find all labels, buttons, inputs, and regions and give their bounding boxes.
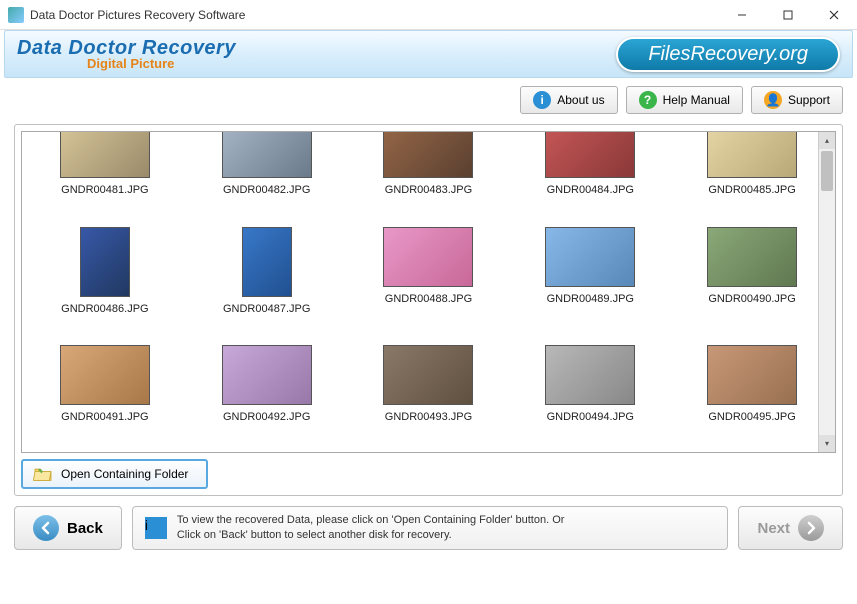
- hint-box: i To view the recovered Data, please cli…: [132, 506, 729, 550]
- thumbnail-item[interactable]: GNDR00488.JPG: [350, 227, 508, 338]
- thumbnail-item[interactable]: GNDR00490.JPG: [673, 227, 831, 338]
- hint-line-1: To view the recovered Data, please click…: [177, 513, 565, 528]
- banner-site: FilesRecovery.org: [616, 37, 840, 72]
- thumbnail-image[interactable]: [383, 227, 473, 287]
- thumbnail-label: GNDR00483.JPG: [385, 184, 472, 196]
- results-panel: GNDR00481.JPG GNDR00482.JPG GNDR00483.JPG G…: [14, 124, 843, 496]
- thumbnail-image[interactable]: [545, 227, 635, 287]
- app-icon: [8, 7, 24, 23]
- thumbnail-image[interactable]: [383, 345, 473, 405]
- thumbnail-label: GNDR00489.JPG: [547, 293, 634, 305]
- back-arrow-icon: [33, 515, 59, 541]
- thumbnail-label: GNDR00495.JPG: [708, 411, 795, 423]
- back-label: Back: [67, 520, 103, 537]
- next-label: Next: [757, 520, 790, 537]
- thumbnail-image[interactable]: [545, 345, 635, 405]
- hint-line-2: Click on 'Back' button to select another…: [177, 528, 565, 543]
- thumbnail-item[interactable]: GNDR00494.JPG: [511, 345, 669, 446]
- hint-text: To view the recovered Data, please click…: [177, 513, 565, 544]
- thumbnail-image[interactable]: [80, 227, 130, 297]
- back-button[interactable]: Back: [14, 506, 122, 550]
- thumbnail-image[interactable]: [707, 132, 797, 178]
- scrollbar[interactable]: ▴ ▾: [818, 132, 835, 452]
- about-button[interactable]: i About us: [520, 86, 617, 114]
- thumbnail-item[interactable]: GNDR00484.JPG: [511, 138, 669, 219]
- next-arrow-icon: [798, 515, 824, 541]
- thumbnail-item[interactable]: GNDR00486.JPG: [26, 227, 184, 338]
- thumbnail-item[interactable]: GNDR00482.JPG: [188, 138, 346, 219]
- thumbnail-item[interactable]: GNDR00489.JPG: [511, 227, 669, 338]
- thumbnail-item[interactable]: GNDR00487.JPG: [188, 227, 346, 338]
- hint-info-icon: i: [145, 517, 167, 539]
- scroll-track[interactable]: [819, 149, 835, 435]
- thumbnail-item[interactable]: GNDR00485.JPG: [673, 138, 831, 219]
- help-button[interactable]: ? Help Manual: [626, 86, 743, 114]
- next-button[interactable]: Next: [738, 506, 843, 550]
- thumbnail-label: GNDR00492.JPG: [223, 411, 310, 423]
- thumbnail-image[interactable]: [60, 132, 150, 178]
- brand: Data Doctor Recovery Digital Picture: [17, 37, 236, 71]
- titlebar: Data Doctor Pictures Recovery Software: [0, 0, 857, 30]
- thumbnail-item[interactable]: GNDR00493.JPG: [350, 345, 508, 446]
- thumbnail-item[interactable]: GNDR00481.JPG: [26, 138, 184, 219]
- thumbnail-item[interactable]: GNDR00495.JPG: [673, 345, 831, 446]
- thumbnail-image[interactable]: [383, 132, 473, 178]
- thumbnail-label: GNDR00482.JPG: [223, 184, 310, 196]
- thumbnail-label: GNDR00484.JPG: [547, 184, 634, 196]
- thumbnail-item[interactable]: GNDR00483.JPG: [350, 138, 508, 219]
- thumbnail-item[interactable]: GNDR00491.JPG: [26, 345, 184, 446]
- thumbnail-label: GNDR00494.JPG: [547, 411, 634, 423]
- thumbnail-image[interactable]: [545, 132, 635, 178]
- scroll-thumb[interactable]: [821, 151, 833, 191]
- thumbnail-label: GNDR00487.JPG: [223, 303, 310, 315]
- minimize-button[interactable]: [719, 0, 765, 30]
- thumbnail-image[interactable]: [707, 345, 797, 405]
- thumbnail-label: GNDR00486.JPG: [61, 303, 148, 315]
- thumbnail-image[interactable]: [60, 345, 150, 405]
- window-title: Data Doctor Pictures Recovery Software: [30, 8, 719, 22]
- info-bar: i About us ? Help Manual 👤 Support: [0, 78, 857, 118]
- help-icon: ?: [639, 91, 657, 109]
- open-containing-folder-button[interactable]: Open Containing Folder: [21, 459, 208, 489]
- close-button[interactable]: [811, 0, 857, 30]
- thumbnail-label: GNDR00485.JPG: [708, 184, 795, 196]
- support-icon: 👤: [764, 91, 782, 109]
- thumbnail-label: GNDR00490.JPG: [708, 293, 795, 305]
- thumbnail-image[interactable]: [222, 132, 312, 178]
- banner: Data Doctor Recovery Digital Picture Fil…: [4, 30, 853, 78]
- support-label: Support: [788, 93, 830, 107]
- site-pill: FilesRecovery.org: [616, 37, 840, 72]
- thumbnail-image[interactable]: [222, 345, 312, 405]
- scroll-down-button[interactable]: ▾: [819, 435, 835, 452]
- thumbnail-item[interactable]: GNDR00492.JPG: [188, 345, 346, 446]
- brand-subtitle: Digital Picture: [87, 56, 236, 71]
- folder-icon: [33, 466, 53, 482]
- maximize-button[interactable]: [765, 0, 811, 30]
- thumbnail-label: GNDR00481.JPG: [61, 184, 148, 196]
- open-folder-label: Open Containing Folder: [61, 467, 188, 481]
- info-icon: i: [533, 91, 551, 109]
- thumbnail-label: GNDR00493.JPG: [385, 411, 472, 423]
- help-label: Help Manual: [663, 93, 730, 107]
- scroll-up-button[interactable]: ▴: [819, 132, 835, 149]
- footer: Back i To view the recovered Data, pleas…: [0, 496, 857, 550]
- thumbnail-image[interactable]: [242, 227, 292, 297]
- thumbnail-grid-wrap: GNDR00481.JPG GNDR00482.JPG GNDR00483.JPG G…: [21, 131, 836, 453]
- thumbnail-grid[interactable]: GNDR00481.JPG GNDR00482.JPG GNDR00483.JPG G…: [22, 132, 835, 452]
- about-label: About us: [557, 93, 604, 107]
- thumbnail-label: GNDR00491.JPG: [61, 411, 148, 423]
- thumbnail-image[interactable]: [707, 227, 797, 287]
- support-button[interactable]: 👤 Support: [751, 86, 843, 114]
- thumbnail-label: GNDR00488.JPG: [385, 293, 472, 305]
